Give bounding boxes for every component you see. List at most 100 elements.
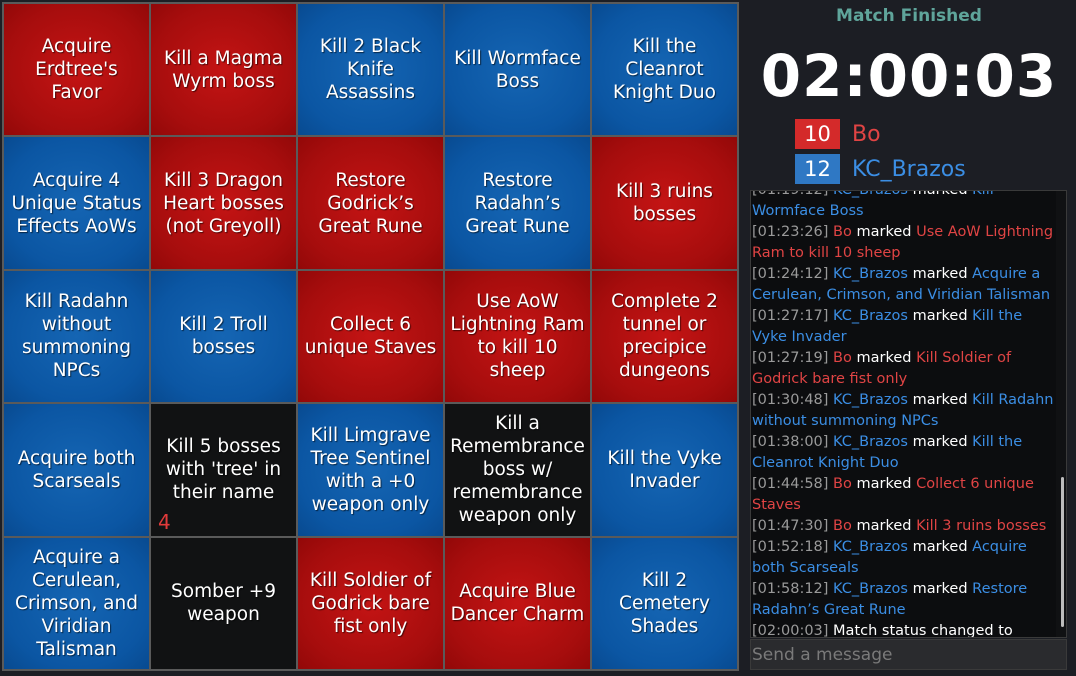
bingo-cell-label: Collect 6 unique Staves — [304, 314, 437, 359]
bingo-cell-label: Kill 5 bosses with 'tree' in their name — [165, 436, 282, 504]
bingo-cell-label: Kill 2 Troll bosses — [179, 314, 268, 359]
bingo-cell[interactable]: Kill 5 bosses with 'tree' in their name 4 — [151, 404, 296, 536]
chat-timestamp: [01:44:58] — [752, 476, 829, 492]
bingo-cell-label: Kill 2 Cemetery Shades — [619, 569, 710, 637]
chat-message: [01:44:58] Bo marked Collect 6 unique St… — [751, 474, 1056, 516]
chat-log[interactable]: [01:19:12] KC_Brazos marked Kill Wormfac… — [750, 190, 1067, 638]
chat-player-name: KC_Brazos — [833, 539, 908, 555]
chat-timestamp: [01:27:19] — [752, 350, 829, 366]
bingo-cell-label: Acquire Blue Dancer Charm — [450, 581, 585, 626]
chat-action: marked — [856, 224, 912, 240]
chat-messages: [01:19:12] KC_Brazos marked Kill Wormfac… — [751, 190, 1056, 638]
bingo-cell[interactable]: Acquire a Cerulean, Crimson, and Viridia… — [4, 537, 149, 669]
chat-action: marked — [912, 266, 968, 282]
chat-timestamp: [01:24:12] — [752, 266, 829, 282]
bingo-cell[interactable]: Kill 3 ruins bosses — [592, 137, 737, 269]
chat-scrollbar[interactable] — [1056, 191, 1066, 637]
bingo-cell[interactable]: Kill Wormface Boss — [445, 4, 590, 136]
chat-message: [01:24:12] KC_Brazos marked Acquire a Ce… — [751, 264, 1056, 306]
bingo-cell[interactable]: Kill the Cleanrot Knight Duo — [592, 4, 737, 136]
bingo-cell-label: Kill Radahn without summoning NPCs — [21, 291, 132, 382]
chat-player-name: KC_Brazos — [833, 308, 908, 324]
chat-timestamp: [01:58:12] — [752, 581, 829, 597]
bingo-cell[interactable]: Kill 2 Black Knife Assassins — [298, 4, 443, 136]
chat-player-name: KC_Brazos — [833, 392, 908, 408]
chat-player-name: KC_Brazos — [833, 434, 908, 450]
chat-action: marked — [912, 190, 968, 198]
chat-timestamp: [01:52:18] — [752, 539, 829, 555]
chat-timestamp: [01:47:30] — [752, 518, 829, 534]
bingo-cell-label: Kill the Vyke Invader — [607, 447, 722, 492]
bingo-cell[interactable]: Kill Soldier of Godrick bare fist only — [298, 537, 443, 669]
player-row-bo: 10 Bo — [795, 119, 881, 149]
bingo-cell[interactable]: Acquire 4 Unique Status Effects AoWs — [4, 137, 149, 269]
player-score: 10 — [804, 122, 831, 146]
bingo-cell[interactable]: Acquire Blue Dancer Charm — [445, 537, 590, 669]
chat-system-text: Match status changed to — [833, 623, 1013, 638]
bingo-cell-label: Acquire both Scarseals — [17, 447, 136, 492]
match-panel: Match Finished 02:00:03 10 Bo 12 KC_Braz… — [742, 0, 1076, 676]
bingo-cell[interactable]: Use AoW Lightning Ram to kill 10 sheep — [445, 270, 590, 403]
bingo-cell[interactable]: Kill 3 Dragon Heart bosses (not Greyoll) — [151, 137, 296, 269]
bingo-cell[interactable]: Complete 2 tunnel or precipice dungeons — [592, 270, 737, 403]
chat-action: marked — [912, 392, 968, 408]
bingo-cell-label: Kill a Magma Wyrm boss — [163, 47, 284, 92]
chat-action: marked — [912, 434, 968, 450]
player-row-kc-brazos: 12 KC_Brazos — [795, 154, 966, 184]
bingo-cell[interactable]: Restore Godrick’s Great Rune — [298, 137, 443, 269]
bingo-cell-label: Acquire a Cerulean, Crimson, and Viridia… — [15, 546, 138, 660]
chat-message: [01:58:12] KC_Brazos marked Restore Rada… — [751, 579, 1056, 621]
match-timer: 02:00:03 — [760, 42, 1058, 110]
match-status: Match Finished — [836, 6, 982, 26]
player-name: Bo — [852, 121, 881, 147]
bingo-cell-label: Restore Godrick’s Great Rune — [318, 169, 423, 237]
chat-action: marked — [912, 308, 968, 324]
chat-message: [01:27:19] Bo marked Kill Soldier of God… — [751, 348, 1056, 390]
chat-message: [01:23:26] Bo marked Use AoW Lightning R… — [751, 222, 1056, 264]
chat-message: [01:38:00] KC_Brazos marked Kill the Cle… — [751, 432, 1056, 474]
bingo-board: Acquire Erdtree's Favor Kill a Magma Wyrm… — [2, 2, 739, 671]
chat-action: marked — [912, 539, 968, 555]
bingo-cell[interactable]: Somber +9 weapon — [151, 537, 296, 669]
chat-message-input[interactable] — [750, 639, 1067, 670]
chat-player-name: KC_Brazos — [833, 190, 908, 198]
chat-timestamp: [01:19:12] — [752, 190, 829, 198]
chat-action: marked — [856, 350, 912, 366]
bingo-cell-count: 4 — [158, 509, 171, 534]
bingo-cell[interactable]: Kill 2 Troll bosses — [151, 270, 296, 403]
chat-action: marked — [856, 476, 912, 492]
bingo-cell-label: Restore Radahn’s Great Rune — [465, 169, 570, 237]
chat-scroll-thumb[interactable] — [1061, 477, 1064, 627]
bingo-cell-label: Kill Wormface Boss — [454, 47, 581, 92]
chat-timestamp: [02:00:03] — [752, 623, 829, 638]
bingo-cell-label: Kill 2 Black Knife Assassins — [319, 36, 422, 104]
chat-message: [02:00:03] Match status changed to Match — [751, 621, 1056, 638]
chat-timestamp: [01:23:26] — [752, 224, 829, 240]
bingo-cell[interactable]: Kill a Remembrance boss w/ remembrance w… — [445, 404, 590, 536]
bingo-cell[interactable]: Acquire Erdtree's Favor — [4, 4, 149, 136]
chat-message: [01:27:17] KC_Brazos marked Kill the Vyk… — [751, 306, 1056, 348]
chat-message: [01:52:18] KC_Brazos marked Acquire both… — [751, 537, 1056, 579]
bingo-cell-label: Acquire 4 Unique Status Effects AoWs — [11, 169, 142, 237]
bingo-cell-label: Kill the Cleanrot Knight Duo — [613, 36, 716, 104]
chat-player-name: KC_Brazos — [833, 581, 908, 597]
chat-action: marked — [912, 581, 968, 597]
bingo-cell-label: Kill a Remembrance boss w/ remembrance w… — [450, 413, 585, 527]
player-score: 12 — [804, 157, 831, 181]
bingo-cell[interactable]: Restore Radahn’s Great Rune — [445, 137, 590, 269]
bingo-cell[interactable]: Kill 2 Cemetery Shades — [592, 537, 737, 669]
chat-player-name: Bo — [833, 224, 852, 240]
bingo-cell-label: Complete 2 tunnel or precipice dungeons — [611, 291, 718, 382]
bingo-cell-label: Kill Soldier of Godrick bare fist only — [309, 569, 432, 637]
bingo-cell[interactable]: Acquire both Scarseals — [4, 404, 149, 536]
player-score-box: 12 — [795, 154, 840, 184]
bingo-cell-label: Use AoW Lightning Ram to kill 10 sheep — [450, 291, 585, 382]
bingo-cell[interactable]: Kill Radahn without summoning NPCs — [4, 270, 149, 403]
bingo-cell[interactable]: Kill a Magma Wyrm boss — [151, 4, 296, 136]
bingo-cell[interactable]: Kill the Vyke Invader — [592, 404, 737, 536]
bingo-cell-label: Kill 3 Dragon Heart bosses (not Greyoll) — [163, 169, 284, 237]
player-score-box: 10 — [795, 119, 840, 149]
chat-message: [01:47:30] Bo marked Kill 3 ruins bosses — [751, 516, 1056, 537]
bingo-cell[interactable]: Kill Limgrave Tree Sentinel with a +0 we… — [298, 404, 443, 536]
bingo-cell[interactable]: Collect 6 unique Staves — [298, 270, 443, 403]
